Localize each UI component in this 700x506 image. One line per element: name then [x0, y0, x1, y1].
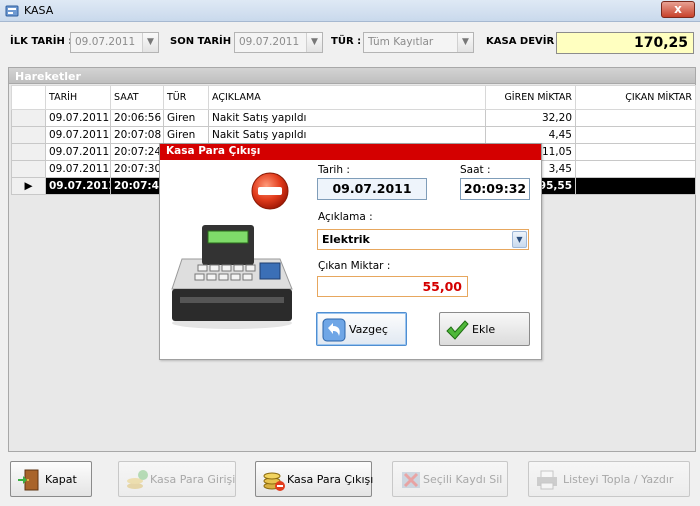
- add-button[interactable]: Ekle: [439, 312, 530, 346]
- row-selector[interactable]: [11, 126, 46, 144]
- cell-tarih: 09.07.2011: [45, 143, 111, 161]
- dialog-title: Kasa Para Çıkışı: [160, 144, 541, 160]
- cell-aciklama: Nakit Satış yapıldı: [208, 109, 486, 127]
- column-header-tur[interactable]: TÜR: [163, 85, 209, 110]
- column-header-cikan[interactable]: ÇIKAN MİKTAR: [575, 85, 696, 110]
- cash-register-icon: [171, 225, 293, 329]
- delete-selected-button[interactable]: Seçili Kaydı Sil: [392, 461, 508, 497]
- tarih-label: Tarih :: [318, 164, 350, 176]
- kasa-devir-label: KASA DEVİR :: [486, 36, 562, 47]
- panel-header: Hareketler: [8, 67, 696, 84]
- row-selector[interactable]: [11, 160, 46, 178]
- chevron-down-icon[interactable]: ▼: [142, 33, 158, 52]
- aciklama-select[interactable]: Elektrik ▼: [317, 229, 529, 250]
- title-bar: KASA x: [0, 0, 700, 22]
- undo-arrow-icon: [322, 318, 346, 342]
- cancel-label: Vazgeç: [349, 323, 388, 336]
- tur-value: Tüm Kayıtlar: [368, 36, 434, 48]
- filter-bar: İLK TARİH : 09.07.2011 ▼ SON TARİH : 09.…: [0, 23, 700, 63]
- add-label: Ekle: [472, 323, 496, 336]
- cell-cikan: [575, 109, 696, 127]
- close-form-label: Kapat: [45, 473, 77, 486]
- sum-print-button[interactable]: Listeyi Topla / Yazdır: [528, 461, 690, 497]
- tarih-field[interactable]: 09.07.2011: [317, 178, 427, 200]
- sum-print-label: Listeyi Topla / Yazdır: [563, 473, 674, 486]
- saat-label: Saat :: [460, 164, 491, 176]
- close-button[interactable]: x: [661, 1, 695, 18]
- cell-giren: 4,45: [485, 126, 576, 144]
- ilk-tarih-picker[interactable]: 09.07.2011 ▼: [70, 32, 159, 53]
- cell-aciklama: Nakit Satış yapıldı: [208, 126, 486, 144]
- ilk-tarih-label: İLK TARİH :: [10, 36, 73, 47]
- window-title: KASA: [24, 4, 54, 17]
- check-icon: [446, 320, 469, 340]
- table-row[interactable]: 09.07.2011 20:06:56 Giren Nakit Satış ya…: [11, 109, 696, 127]
- cikan-miktar-input[interactable]: 55,00: [317, 276, 468, 297]
- cell-tur: Giren: [163, 109, 209, 127]
- son-tarih-value: 09.07.2011: [239, 36, 300, 48]
- cell-saat: 20:07:24: [110, 143, 164, 161]
- saat-field[interactable]: 20:09:32: [460, 178, 530, 200]
- cell-tur: Giren: [163, 126, 209, 144]
- cell-saat: 20:07:48: [110, 177, 164, 195]
- kasa-devir-value: 170,25: [556, 32, 694, 54]
- printer-icon: [537, 470, 557, 490]
- cell-cikan: [575, 126, 696, 144]
- aciklama-label: Açıklama :: [318, 211, 373, 223]
- cell-tarih: 09.07.2011: [45, 109, 111, 127]
- app-icon: [5, 5, 19, 17]
- close-form-button[interactable]: Kapat: [10, 461, 92, 497]
- column-header-aciklama[interactable]: AÇIKLAMA: [208, 85, 486, 110]
- aciklama-value: Elektrik: [322, 233, 370, 246]
- cikan-miktar-label: Çıkan Miktar :: [318, 260, 391, 272]
- bottom-toolbar: Kapat Kasa Para Girişi Kasa Para Çıkışı …: [0, 456, 700, 506]
- chevron-down-icon[interactable]: ▼: [306, 33, 322, 52]
- coins-remove-icon: [263, 472, 285, 491]
- cell-saat: 20:07:30: [110, 160, 164, 178]
- cell-giren: 32,20: [485, 109, 576, 127]
- delete-selected-label: Seçili Kaydı Sil: [423, 473, 503, 486]
- cash-in-label: Kasa Para Girişi: [150, 473, 236, 486]
- cell-tarih: 09.07.2011: [45, 160, 111, 178]
- cell-tarih: 09.07.2011: [45, 177, 111, 195]
- cash-in-button[interactable]: Kasa Para Girişi: [118, 461, 236, 497]
- row-selector[interactable]: [11, 109, 46, 127]
- chevron-down-icon[interactable]: ▼: [457, 33, 473, 52]
- ilk-tarih-value: 09.07.2011: [75, 36, 136, 48]
- row-selector[interactable]: [11, 143, 46, 161]
- cancel-button[interactable]: Vazgeç: [316, 312, 407, 346]
- cash-out-dialog: Kasa Para Çıkışı Tarih : 09.07.2011 Saat…: [159, 143, 542, 360]
- cell-cikan: [575, 160, 696, 178]
- cell-cikan: [575, 143, 696, 161]
- coins-add-icon: [127, 470, 148, 489]
- cell-tarih: 09.07.2011: [45, 126, 111, 144]
- row-selector-header: [11, 85, 46, 110]
- cell-saat: 20:07:08: [110, 126, 164, 144]
- cash-out-button[interactable]: Kasa Para Çıkışı: [255, 461, 374, 497]
- son-tarih-label: SON TARİH :: [170, 36, 239, 47]
- minus-circle-icon: [251, 172, 289, 210]
- column-header-tarih[interactable]: TARİH: [45, 85, 111, 110]
- exit-door-icon: [18, 469, 39, 491]
- son-tarih-picker[interactable]: 09.07.2011 ▼: [234, 32, 323, 53]
- tur-select[interactable]: Tüm Kayıtlar ▼: [363, 32, 474, 53]
- cell-cikan: [575, 177, 696, 195]
- column-header-saat[interactable]: SAAT: [110, 85, 164, 110]
- table-header-row: TARİH SAAT TÜR AÇIKLAMA GİREN MİKTAR ÇIK…: [11, 85, 696, 110]
- table-row[interactable]: 09.07.2011 20:07:08 Giren Nakit Satış ya…: [11, 126, 696, 144]
- chevron-down-icon[interactable]: ▼: [512, 231, 527, 248]
- tur-label: TÜR :: [331, 36, 362, 47]
- current-row-arrow-icon[interactable]: ▶: [11, 177, 46, 195]
- delete-icon: [402, 472, 420, 488]
- cash-out-label: Kasa Para Çıkışı: [287, 473, 374, 486]
- column-header-giren[interactable]: GİREN MİKTAR: [485, 85, 576, 110]
- cell-saat: 20:06:56: [110, 109, 164, 127]
